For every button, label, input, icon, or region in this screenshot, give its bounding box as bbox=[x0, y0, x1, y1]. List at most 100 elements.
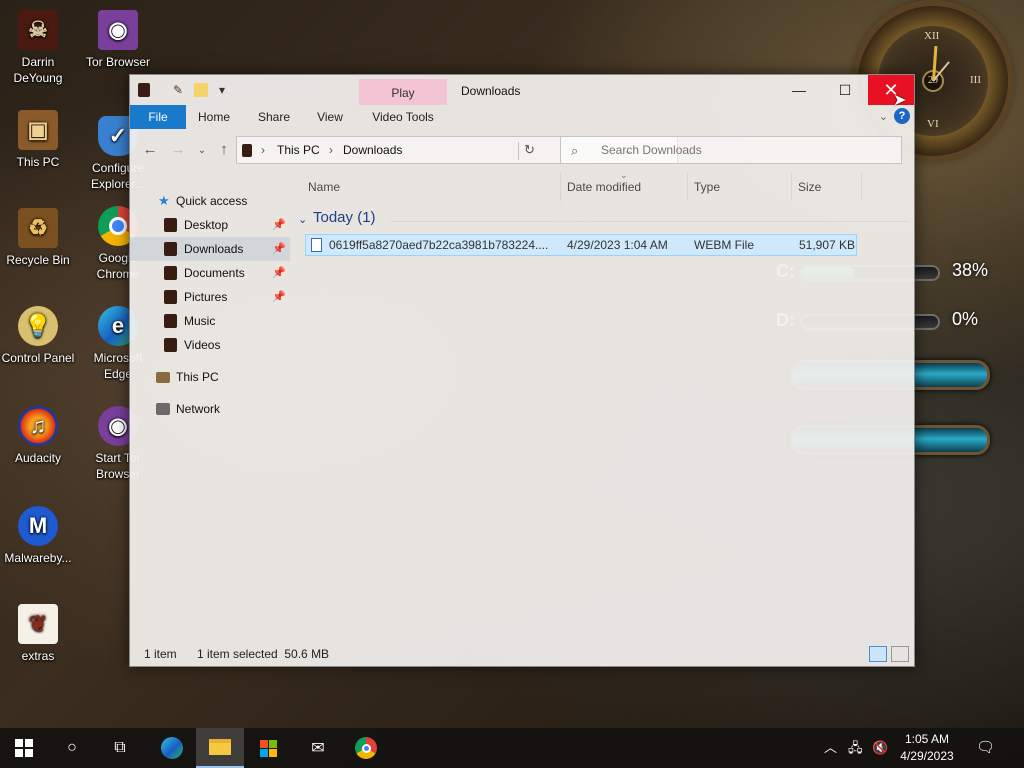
back-arrow-icon[interactable]: ← bbox=[140, 141, 160, 158]
store-taskbar-icon[interactable] bbox=[244, 728, 292, 768]
computer-icon: ▣ bbox=[18, 110, 58, 150]
network-status-icon[interactable]: 🖧 bbox=[848, 728, 863, 768]
minimize-button[interactable]: — bbox=[776, 75, 822, 105]
close-button[interactable]: ✕ bbox=[868, 75, 914, 105]
column-header-name[interactable]: Name bbox=[308, 177, 340, 197]
breadcrumb-separator-icon: › bbox=[329, 143, 333, 157]
sidebar-item-this-pc[interactable]: This PC bbox=[130, 365, 290, 389]
tab-home[interactable]: Home bbox=[190, 105, 238, 129]
file-date-modified: 4/29/2023 1:04 AM bbox=[567, 238, 668, 252]
desktop-icon-recycle-bin[interactable]: ♻ Recycle Bin bbox=[0, 208, 76, 268]
search-circle-icon[interactable]: ○ bbox=[48, 728, 96, 768]
sidebar-item-downloads[interactable]: Downloads 📌 bbox=[130, 237, 290, 261]
videos-folder-icon bbox=[164, 338, 177, 352]
taskbar-date: 4/29/2023 bbox=[900, 749, 954, 763]
group-header-today[interactable]: Today (1) bbox=[313, 209, 376, 226]
clock-numeral-vi: VI bbox=[927, 118, 939, 130]
new-folder-icon[interactable] bbox=[194, 83, 208, 97]
desktop-icon-malwarebytes[interactable]: M Malwareby... bbox=[0, 506, 76, 566]
desktop-icon-extras[interactable]: ❦ extras bbox=[0, 604, 76, 664]
tab-view[interactable]: View bbox=[306, 105, 354, 129]
sidebar-item-label: Videos bbox=[184, 338, 221, 352]
column-divider[interactable] bbox=[861, 173, 862, 201]
ribbon-tabs: File Home Share View Video Tools ⌄ ? bbox=[130, 105, 914, 129]
sidebar-item-quick-access[interactable]: ★ Quick access bbox=[130, 189, 290, 213]
desktop-icon-control-panel[interactable]: 💡 Control Panel bbox=[0, 306, 76, 366]
desktop-icon-user-folder[interactable]: ☠ Darrin DeYoung bbox=[0, 10, 76, 86]
tab-share[interactable]: Share bbox=[250, 105, 298, 129]
breadcrumb-separator-icon: › bbox=[261, 143, 265, 157]
expand-ribbon-chevron-icon[interactable]: ⌄ bbox=[879, 110, 888, 123]
drive-usage-percent: 38% bbox=[952, 260, 989, 280]
column-header-size[interactable]: Size bbox=[798, 177, 821, 197]
sidebar-item-label: Desktop bbox=[184, 218, 229, 232]
task-view-icon[interactable]: ⧉ bbox=[96, 728, 144, 768]
chrome-taskbar-icon[interactable] bbox=[342, 728, 390, 768]
pin-icon[interactable]: 📌 bbox=[272, 213, 286, 237]
breadcrumb-this-pc[interactable]: This PC bbox=[277, 143, 320, 157]
search-box[interactable]: ⌕ bbox=[560, 136, 902, 164]
large-icons-view-icon[interactable] bbox=[891, 646, 909, 662]
clock-numeral-xii: XII bbox=[924, 30, 940, 42]
customize-toolbar-icon[interactable]: ▾ bbox=[214, 82, 230, 98]
status-bar: 1 item 1 item selected 50.6 MB bbox=[130, 642, 914, 666]
details-view-icon[interactable] bbox=[869, 646, 887, 662]
search-input[interactable] bbox=[601, 141, 881, 159]
column-divider[interactable] bbox=[687, 173, 688, 201]
start-button[interactable] bbox=[0, 728, 48, 768]
notifications-icon[interactable]: 🗨 bbox=[976, 728, 995, 768]
status-selection: 1 item selected 50.6 MB bbox=[197, 647, 330, 661]
sidebar-item-label: Downloads bbox=[184, 242, 244, 256]
app-folder-icon bbox=[138, 83, 150, 97]
desktop-icon-label: Darrin DeYoung bbox=[13, 55, 63, 85]
context-tab-play[interactable]: Play bbox=[359, 79, 447, 105]
tor-browser-icon: ◉ bbox=[98, 10, 138, 50]
table-row[interactable]: 0619ff5a8270aed7b22ca3981b783224.... 4/2… bbox=[305, 234, 857, 256]
refresh-icon[interactable]: ↻ bbox=[518, 142, 540, 160]
sidebar-item-network[interactable]: Network bbox=[130, 397, 290, 421]
desktop-icon-label: Recycle Bin bbox=[6, 253, 70, 267]
title-bar[interactable]: ✎ ▾ Play Downloads — ☐ ✕ bbox=[130, 75, 914, 105]
taskbar-clock[interactable]: 1:05 AM 4/29/2023 bbox=[884, 731, 970, 765]
tab-file[interactable]: File bbox=[130, 105, 186, 129]
desktop-icon-audacity[interactable]: ♫ Audacity bbox=[0, 406, 76, 466]
recycle-bin-icon: ♻ bbox=[18, 208, 58, 248]
pin-icon[interactable]: 📌 bbox=[272, 285, 286, 309]
sidebar-item-desktop[interactable]: Desktop 📌 bbox=[130, 213, 290, 237]
up-arrow-icon[interactable]: ↑ bbox=[214, 141, 234, 158]
help-icon[interactable]: ? bbox=[894, 108, 910, 124]
maximize-button[interactable]: ☐ bbox=[822, 75, 868, 105]
downloads-folder-icon bbox=[164, 242, 177, 256]
breadcrumb-downloads[interactable]: Downloads bbox=[343, 143, 402, 157]
mail-taskbar-icon[interactable]: ✉ bbox=[294, 728, 342, 768]
show-hidden-icons-chevron-icon[interactable]: ︿ bbox=[824, 728, 837, 768]
location-icon bbox=[242, 144, 252, 157]
sidebar-item-music[interactable]: Music bbox=[130, 309, 290, 333]
sidebar-item-pictures[interactable]: Pictures 📌 bbox=[130, 285, 290, 309]
group-collapse-chevron-icon[interactable]: ⌄ bbox=[298, 213, 307, 226]
clock-numeral-iii: III bbox=[970, 74, 981, 86]
desktop-icon-this-pc[interactable]: ▣ This PC bbox=[0, 110, 76, 170]
column-divider[interactable] bbox=[560, 173, 561, 201]
file-size: 51,907 KB bbox=[799, 238, 856, 252]
file-explorer-taskbar-icon[interactable] bbox=[196, 728, 244, 768]
navigation-pane: ★ Quick access Desktop 📌 Downloads 📌 Doc… bbox=[130, 185, 290, 425]
column-divider[interactable] bbox=[791, 173, 792, 201]
file-list: Name ⌄ Date modified Type Size ⌄ Today (… bbox=[290, 170, 914, 631]
desktop-icon-tor-browser[interactable]: ◉ Tor Browser bbox=[80, 10, 156, 70]
mouse-cursor-icon: ➤ bbox=[893, 92, 907, 109]
edge-taskbar-icon[interactable] bbox=[148, 728, 196, 768]
file-explorer-window[interactable]: ✎ ▾ Play Downloads — ☐ ✕ File Home Share… bbox=[129, 74, 915, 667]
properties-icon[interactable]: ✎ bbox=[170, 82, 186, 98]
pin-icon[interactable]: 📌 bbox=[272, 261, 286, 285]
column-header-date-modified[interactable]: Date modified bbox=[567, 177, 641, 197]
sidebar-item-videos[interactable]: Videos bbox=[130, 333, 290, 357]
pin-icon[interactable]: 📌 bbox=[272, 237, 286, 261]
tab-video-tools[interactable]: Video Tools bbox=[359, 105, 447, 129]
forward-arrow-icon[interactable]: → bbox=[168, 141, 188, 158]
column-header-type[interactable]: Type bbox=[694, 177, 720, 197]
search-icon: ⌕ bbox=[571, 143, 579, 158]
group-divider bbox=[390, 221, 910, 222]
sidebar-item-documents[interactable]: Documents 📌 bbox=[130, 261, 290, 285]
recent-locations-chevron-icon[interactable]: ⌄ bbox=[192, 145, 212, 156]
